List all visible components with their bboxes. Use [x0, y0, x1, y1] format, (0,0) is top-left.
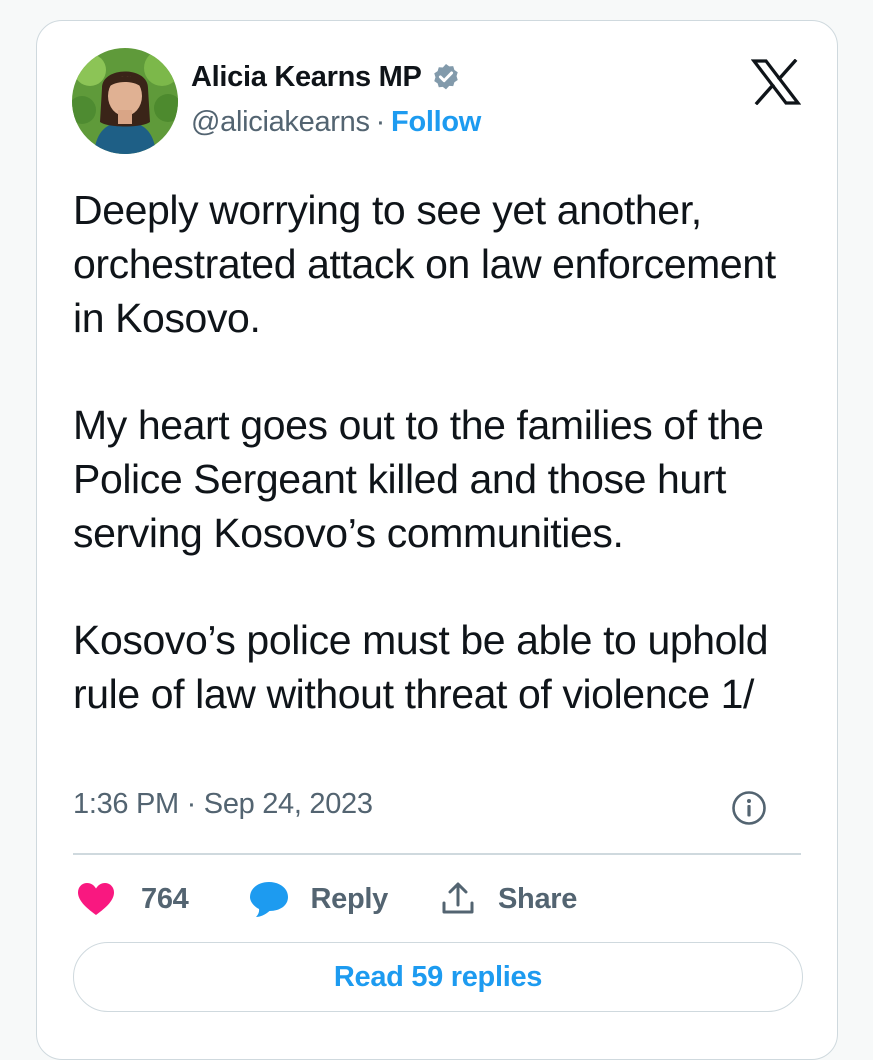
author-handle-row: @aliciakearns · Follow [191, 106, 481, 139]
avatar-image [72, 48, 178, 154]
share-icon [442, 882, 474, 914]
read-replies-button[interactable]: Read 59 replies [73, 942, 803, 1012]
tweet-timestamp[interactable]: 1:36 PM · Sep 24, 2023 [73, 788, 373, 821]
heart-icon [78, 883, 114, 915]
share-button[interactable]: Share [440, 881, 577, 917]
action-bar: 764 Reply Share [77, 871, 577, 927]
verified-badge-icon [433, 63, 458, 89]
follow-button[interactable]: Follow [391, 106, 481, 138]
speech-bubble-icon [249, 882, 288, 917]
tweet-card: Alicia Kearns MP @aliciakearns · Follow De… [36, 20, 838, 1060]
like-count: 764 [141, 882, 189, 915]
share-label: Share [497, 882, 578, 915]
tweet-text: Deeply worrying to see yet another, orch… [73, 183, 813, 721]
like-button[interactable]: 764 [77, 882, 249, 916]
tweet-paragraph: My heart goes out to the families of the… [73, 402, 764, 556]
author-name-row: Alicia Kearns MP [191, 61, 462, 94]
author-name[interactable]: Alicia Kearns MP [191, 61, 422, 94]
reply-button[interactable]: Reply [249, 880, 440, 918]
tweet-paragraph: Kosovo’s police must be able to uphold r… [73, 617, 769, 717]
avatar[interactable] [72, 48, 178, 154]
author-handle[interactable]: @aliciakearns [191, 106, 370, 138]
separator-dot: · [375, 106, 386, 138]
divider [73, 853, 801, 855]
info-icon[interactable] [731, 790, 767, 826]
reply-label: Reply [310, 882, 389, 915]
tweet-paragraph: Deeply worrying to see yet another, orch… [73, 187, 776, 341]
x-logo-icon[interactable] [751, 59, 801, 105]
